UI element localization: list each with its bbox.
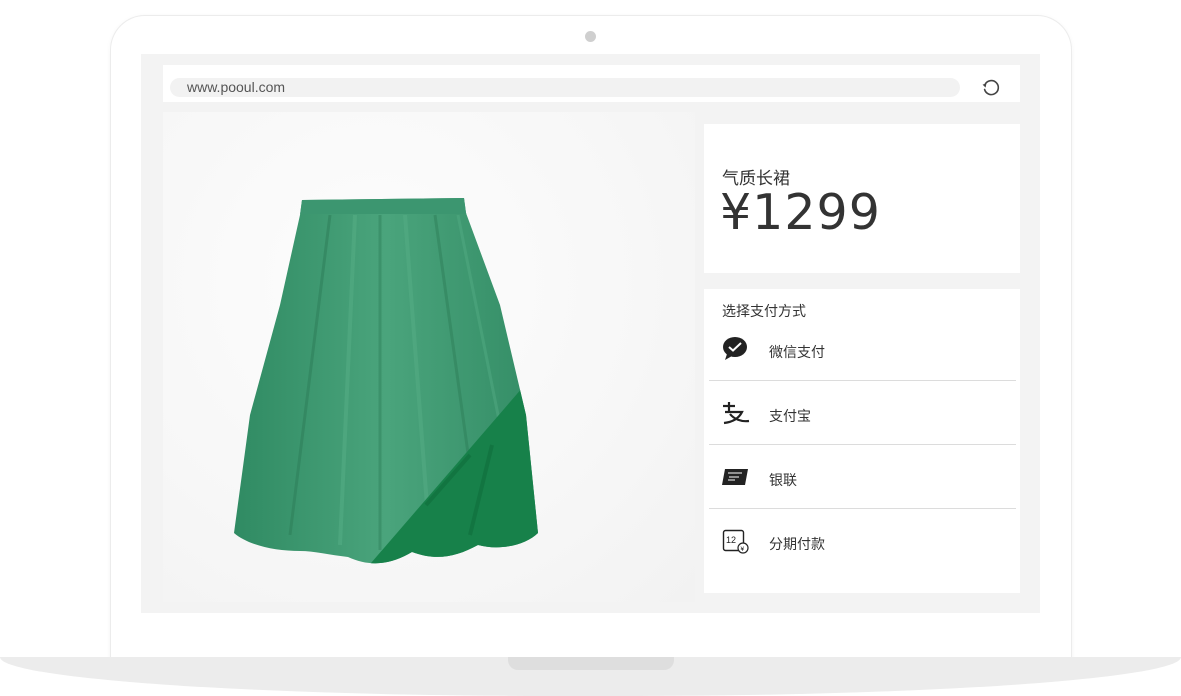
laptop-mockup: www.pooul.com 气质长裙 ¥1299 选择支付方式 微信支付 支付宝… bbox=[0, 0, 1181, 696]
unionpay-icon bbox=[722, 469, 748, 485]
payment-label: 分期付款 bbox=[769, 537, 825, 553]
wechat-pay-icon bbox=[723, 337, 747, 360]
payment-label: 支付宝 bbox=[769, 409, 811, 425]
alipay-icon bbox=[723, 402, 750, 425]
product-price: ¥1299 bbox=[720, 184, 881, 241]
payment-option-installment[interactable]: 12 ¥ 分期付款 bbox=[709, 509, 1016, 573]
payment-label: 银联 bbox=[769, 473, 797, 489]
installment-icon: 12 ¥ bbox=[722, 529, 749, 554]
camera-icon bbox=[585, 31, 596, 42]
svg-text:¥: ¥ bbox=[741, 546, 745, 553]
payment-option-unionpay[interactable]: 银联 bbox=[709, 445, 1016, 509]
payment-label: 微信支付 bbox=[769, 345, 825, 361]
laptop-notch bbox=[508, 657, 674, 670]
payment-option-alipay[interactable]: 支付宝 bbox=[709, 381, 1016, 445]
svg-text:12: 12 bbox=[726, 535, 736, 545]
skirt-image bbox=[234, 198, 538, 564]
reload-icon[interactable] bbox=[980, 76, 1002, 98]
payment-option-wechat[interactable]: 微信支付 bbox=[709, 317, 1016, 381]
url-field[interactable]: www.pooul.com bbox=[170, 78, 960, 97]
